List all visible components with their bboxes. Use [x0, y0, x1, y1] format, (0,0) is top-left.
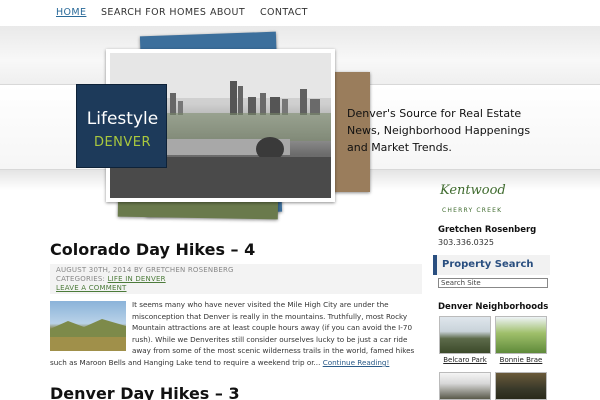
agent-phone: 303.336.0325 [438, 238, 494, 247]
nav-about[interactable]: ABOUT [210, 7, 245, 18]
neighborhood-photo-belcaro[interactable] [439, 316, 491, 354]
post-date-author: AUGUST 30TH, 2014 BY GRETCHEN ROSENBERG [56, 266, 234, 274]
post-excerpt: It seems many who have never visited the… [50, 299, 422, 369]
post-categories: CATEGORIES: LIFE IN DENVER [56, 275, 166, 283]
kentwood-subtitle: CHERRY CREEK [442, 207, 503, 214]
continue-reading-link[interactable]: Continue Reading! [323, 358, 390, 367]
neighborhood-link-bonnie-brae[interactable]: Bonnie Brae [491, 356, 551, 364]
neighborhood-photo[interactable] [439, 372, 491, 400]
lifestyle-denver-logo[interactable]: Lifestyle DENVER [76, 84, 167, 168]
logo-text-line2: DENVER [93, 135, 152, 150]
nav-contact[interactable]: CONTACT [260, 7, 308, 18]
nav-home[interactable]: HOME [56, 7, 86, 18]
top-nav: HOME SEARCH FOR HOMES ABOUT CONTACT [0, 0, 600, 26]
search-site-input[interactable] [438, 278, 548, 288]
categories-label: CATEGORIES: [56, 275, 106, 283]
neighborhood-photo-bonnie-brae[interactable] [495, 316, 547, 354]
kentwood-name: Kentwood [440, 183, 506, 198]
nav-search-for-homes[interactable]: SEARCH FOR HOMES [101, 7, 206, 18]
neighborhood-link-belcaro-park[interactable]: Belcaro Park [435, 356, 495, 364]
agent-name: Gretchen Rosenberg [438, 225, 537, 235]
category-link[interactable]: LIFE IN DENVER [108, 275, 166, 283]
post-title[interactable]: Colorado Day Hikes – 4 [50, 240, 255, 259]
neighborhoods-title: Denver Neighborhoods [438, 302, 549, 312]
leave-comment-link[interactable]: LEAVE A COMMENT [56, 284, 127, 292]
property-search-title: Property Search [442, 259, 534, 270]
kentwood-logo[interactable]: Kentwood CHERRY CREEK [440, 181, 510, 221]
next-post-title[interactable]: Denver Day Hikes – 3 [50, 384, 240, 400]
site-tagline: Denver's Source for Real Estate News, Ne… [347, 107, 531, 154]
neighborhood-photo[interactable] [495, 372, 547, 400]
logo-text-line1: Lifestyle [86, 109, 159, 129]
